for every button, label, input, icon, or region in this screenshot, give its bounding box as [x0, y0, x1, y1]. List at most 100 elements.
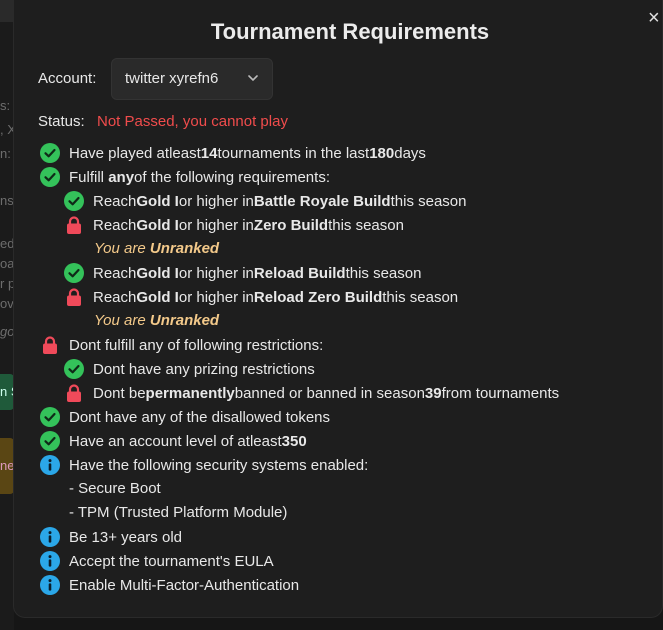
check-icon: [40, 167, 60, 187]
rank-requirement-zero-build: Reach Gold I or higher in Zero Build thi…: [64, 214, 404, 236]
account-select-value: twitter xyrefn6: [125, 70, 219, 87]
check-icon: [64, 359, 84, 379]
requirement-text: Enable Multi-Factor-Authentication: [69, 576, 300, 594]
check-icon: [64, 263, 84, 283]
background-text: s:: [0, 98, 11, 113]
requirement-value: 180: [369, 144, 395, 162]
restriction-prizing: Dont have any prizing restrictions: [64, 358, 315, 380]
requirement-text: Fulfill: [69, 168, 105, 186]
unranked-note: You are Unranked: [94, 312, 219, 334]
note-rank: Unranked: [149, 312, 220, 329]
background-header: [0, 0, 14, 22]
background-text: , X: [0, 122, 14, 137]
requirement-value: permanently: [145, 384, 235, 402]
rank-name: Gold I: [136, 216, 179, 234]
background-text: r p: [0, 276, 14, 291]
requirement-text: or higher in: [178, 216, 254, 234]
mode-name: Reload Build: [253, 264, 346, 282]
background-text: ov: [0, 296, 14, 311]
requirement-text: of the following requirements:: [134, 168, 330, 186]
requirement-value: 350: [281, 432, 307, 450]
requirement-text: this season: [345, 264, 422, 282]
requirement-text: tournaments in the last: [217, 144, 370, 162]
requirement-text: this season: [390, 192, 467, 210]
rank-name: Gold I: [136, 192, 179, 210]
requirement-level: Have an account level of atleast 350: [40, 430, 307, 452]
mode-name: Reload Zero Build: [253, 288, 383, 306]
requirement-fulfill-any: Fulfill any of the following requirement…: [40, 166, 330, 188]
background-page: [0, 0, 14, 630]
check-icon: [64, 191, 84, 211]
requirement-text: Dont fulfill any of following restrictio…: [69, 336, 324, 354]
note-rank: Unranked: [149, 240, 220, 257]
security-item-tpm: - TPM (Trusted Platform Module): [69, 504, 288, 521]
requirement-text: this season: [328, 216, 404, 234]
requirement-text: or higher in: [178, 264, 254, 282]
lock-icon: [64, 287, 84, 307]
requirement-text: from tournaments: [441, 384, 560, 402]
requirement-text: days: [394, 144, 426, 162]
requirement-text: Have the following security systems enab…: [69, 456, 369, 474]
lock-icon: [64, 383, 84, 403]
info-icon: [40, 527, 60, 547]
close-icon[interactable]: ×: [648, 8, 663, 28]
background-text: n S: [0, 384, 14, 399]
requirement-text: banned or banned in season: [234, 384, 425, 402]
tournament-requirements-modal: Tournament Requirements Account: twitter…: [13, 0, 663, 618]
requirement-text: or higher in: [178, 192, 254, 210]
info-icon: [40, 575, 60, 595]
requirement-text: Reach: [93, 264, 137, 282]
chevron-down-icon: [248, 75, 258, 82]
restriction-ban: Dont be permanently banned or banned in …: [64, 382, 559, 404]
background-text: ns: [0, 193, 14, 208]
requirement-text: Be 13+ years old: [69, 528, 182, 546]
account-select[interactable]: twitter xyrefn6: [111, 58, 273, 100]
background-text: ed: [0, 236, 14, 251]
note-text: You are: [94, 240, 150, 257]
requirement-text: Dont be: [93, 384, 146, 402]
info-icon: [40, 551, 60, 571]
requirement-value: 14: [200, 144, 218, 162]
unranked-note: You are Unranked: [94, 240, 219, 262]
status-value: Not Passed, you cannot play: [97, 113, 288, 130]
requirement-text: Dont have any prizing restrictions: [93, 360, 315, 378]
mode-name: Zero Build: [253, 216, 329, 234]
requirement-text: Dont have any of the disallowed tokens: [69, 408, 330, 426]
requirement-security: Have the following security systems enab…: [40, 454, 368, 476]
requirement-mfa: Enable Multi-Factor-Authentication: [40, 574, 299, 596]
status-label: Status:: [38, 113, 85, 130]
requirement-text: Reach: [93, 216, 137, 234]
requirement-text: or higher in: [178, 288, 254, 306]
requirement-value: 39: [424, 384, 442, 402]
info-icon: [40, 455, 60, 475]
background-text: n:: [0, 146, 11, 161]
requirement-text: Accept the tournament's EULA: [69, 552, 274, 570]
requirement-value: any: [108, 168, 135, 186]
background-text: go: [0, 324, 14, 339]
background-text: ne: [0, 458, 14, 473]
lock-icon: [64, 215, 84, 235]
rank-requirement-battle-royale: Reach Gold I or higher in Battle Royale …: [64, 190, 467, 212]
background-text: oa: [0, 256, 14, 271]
requirement-restrictions: Dont fulfill any of following restrictio…: [40, 334, 323, 356]
check-icon: [40, 143, 60, 163]
rank-name: Gold I: [136, 264, 179, 282]
note-text: You are: [94, 312, 150, 329]
requirement-text: Have played atleast: [69, 144, 201, 162]
requirement-text: Have an account level of atleast: [69, 432, 282, 450]
requirement-text: Reach: [93, 192, 137, 210]
check-icon: [40, 431, 60, 451]
requirement-age: Be 13+ years old: [40, 526, 182, 548]
account-label: Account:: [38, 70, 97, 87]
requirement-text: Reach: [93, 288, 137, 306]
rank-requirement-reload-zero-build: Reach Gold I or higher in Reload Zero Bu…: [64, 286, 458, 308]
rank-requirement-reload-build: Reach Gold I or higher in Reload Build t…: [64, 262, 421, 284]
requirement-played: Have played atleast 14 tournaments in th…: [40, 142, 426, 164]
requirement-eula: Accept the tournament's EULA: [40, 550, 274, 572]
modal-title: Tournament Requirements: [210, 19, 490, 44]
requirement-tokens: Dont have any of the disallowed tokens: [40, 406, 330, 428]
check-icon: [40, 407, 60, 427]
lock-icon: [40, 335, 60, 355]
mode-name: Battle Royale Build: [253, 192, 391, 210]
rank-name: Gold I: [136, 288, 179, 306]
